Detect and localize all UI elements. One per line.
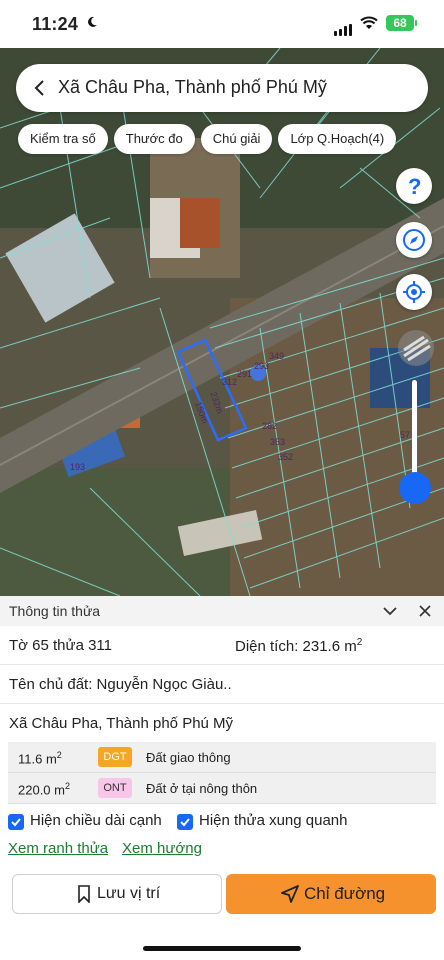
- status-time: 11:24: [32, 14, 79, 34]
- directions-label: Chỉ đường: [304, 884, 386, 903]
- directions-button[interactable]: Chỉ đường: [226, 874, 436, 914]
- help-button[interactable]: ?: [396, 168, 432, 204]
- address-row: Xã Châu Pha, Thành phố Phú Mỹ: [0, 704, 444, 740]
- my-location-button[interactable]: [396, 274, 432, 310]
- parcel-label: 282: [262, 421, 277, 431]
- back-arrow-icon[interactable]: [30, 78, 50, 98]
- land-use-table: 11.6 m2 DGT Đất giao thông 220.0 m2 ONT …: [8, 742, 436, 804]
- edge-length-label[interactable]: Hiện chiều dài cạnh: [30, 812, 162, 829]
- status-bar: 11:24 68: [0, 0, 444, 48]
- parcel-label: 193: [70, 462, 85, 472]
- bookmark-icon: [78, 885, 90, 903]
- locate-icon: [403, 281, 425, 303]
- opacity-slider-track[interactable]: [412, 380, 417, 480]
- compass-icon: [403, 229, 425, 251]
- check-number-chip[interactable]: Kiểm tra số: [18, 124, 108, 154]
- opacity-slider-knob[interactable]: [399, 472, 431, 504]
- moon-icon: [88, 16, 97, 27]
- parcel-label: 353: [270, 437, 285, 447]
- land-use-row: 11.6 m2 DGT Đất giao thông: [8, 742, 436, 773]
- land-use-name: Đất giao thông: [146, 750, 231, 765]
- land-use-area: 220.0 m2: [18, 781, 70, 798]
- map-toolbar: Kiểm tra số Thước đo Chú giải Lớp Q.Hoạc…: [18, 124, 397, 154]
- parcel-label: 349: [269, 351, 284, 361]
- owner-name: Tên chủ đất: Nguyễn Ngọc Giàu..: [9, 676, 232, 693]
- parcel-label: 312: [222, 377, 237, 387]
- edge-length-checkbox[interactable]: [8, 814, 24, 830]
- view-direction-link[interactable]: Xem hướng: [122, 840, 202, 857]
- layer-opacity-icon[interactable]: [396, 328, 436, 368]
- measure-chip[interactable]: Thước đo: [113, 124, 195, 154]
- legend-chip[interactable]: Chú giải: [200, 124, 273, 154]
- land-use-code-badge: DGT: [98, 747, 132, 767]
- parcel-label: 352: [278, 452, 293, 462]
- battery-tip: [415, 20, 417, 26]
- location-title: Xã Châu Pha, Thành phố Phú Mỹ: [58, 77, 327, 97]
- sheet-parcel-number: Tờ 65 thửa 311: [9, 637, 112, 654]
- parcel-info-sheet: Thông tin thửa Tờ 65 thửa 311 Diện tích:…: [0, 596, 444, 960]
- wifi-icon: [360, 16, 378, 29]
- save-location-button[interactable]: Lưu vị trí: [12, 874, 222, 914]
- planning-layer-chip[interactable]: Lớp Q.Hoạch(4): [278, 124, 397, 154]
- owner-row: Tên chủ đất: Nguyễn Ngọc Giàu..: [0, 665, 444, 704]
- land-use-code-badge: ONT: [98, 778, 132, 798]
- checkmark-icon: [180, 818, 190, 827]
- parcel-number-row: Tờ 65 thửa 311 Diện tích: 231.6 m2: [0, 626, 444, 665]
- location-search-bar[interactable]: Xã Châu Pha, Thành phố Phú Mỹ: [16, 64, 428, 112]
- view-boundary-link[interactable]: Xem ranh thửa: [8, 840, 108, 857]
- send-arrow-icon: [281, 885, 299, 903]
- sheet-title: Thông tin thửa: [9, 603, 101, 619]
- checkmark-icon: [11, 818, 21, 827]
- close-icon[interactable]: [418, 604, 432, 618]
- chevron-down-icon[interactable]: [382, 604, 398, 618]
- compass-button[interactable]: [396, 222, 432, 258]
- parcel-area: Diện tích: 231.6 m2: [235, 637, 363, 655]
- signal-icon: [334, 18, 354, 36]
- neighbors-checkbox[interactable]: [177, 814, 193, 830]
- save-location-label: Lưu vị trí: [97, 885, 161, 902]
- display-options: Hiện chiều dài cạnh Hiện thửa xung quanh: [8, 812, 438, 836]
- land-use-row: 220.0 m2 ONT Đất ở tại nông thôn: [8, 773, 436, 804]
- neighbors-label[interactable]: Hiện thửa xung quanh: [199, 812, 347, 829]
- land-use-name: Đất ở tại nông thôn: [146, 781, 258, 796]
- help-icon: ?: [408, 174, 421, 198]
- svg-text:?: ?: [408, 174, 421, 198]
- battery-indicator: 68: [386, 15, 414, 31]
- land-use-area: 11.6 m2: [18, 750, 62, 767]
- parcel-label: 291: [237, 369, 252, 379]
- home-indicator: [143, 946, 301, 951]
- parcel-address: Xã Châu Pha, Thành phố Phú Mỹ: [9, 715, 234, 732]
- sheet-header: Thông tin thửa: [0, 596, 444, 626]
- parcel-label: 293: [254, 361, 269, 371]
- parcel-label: 57: [400, 430, 410, 440]
